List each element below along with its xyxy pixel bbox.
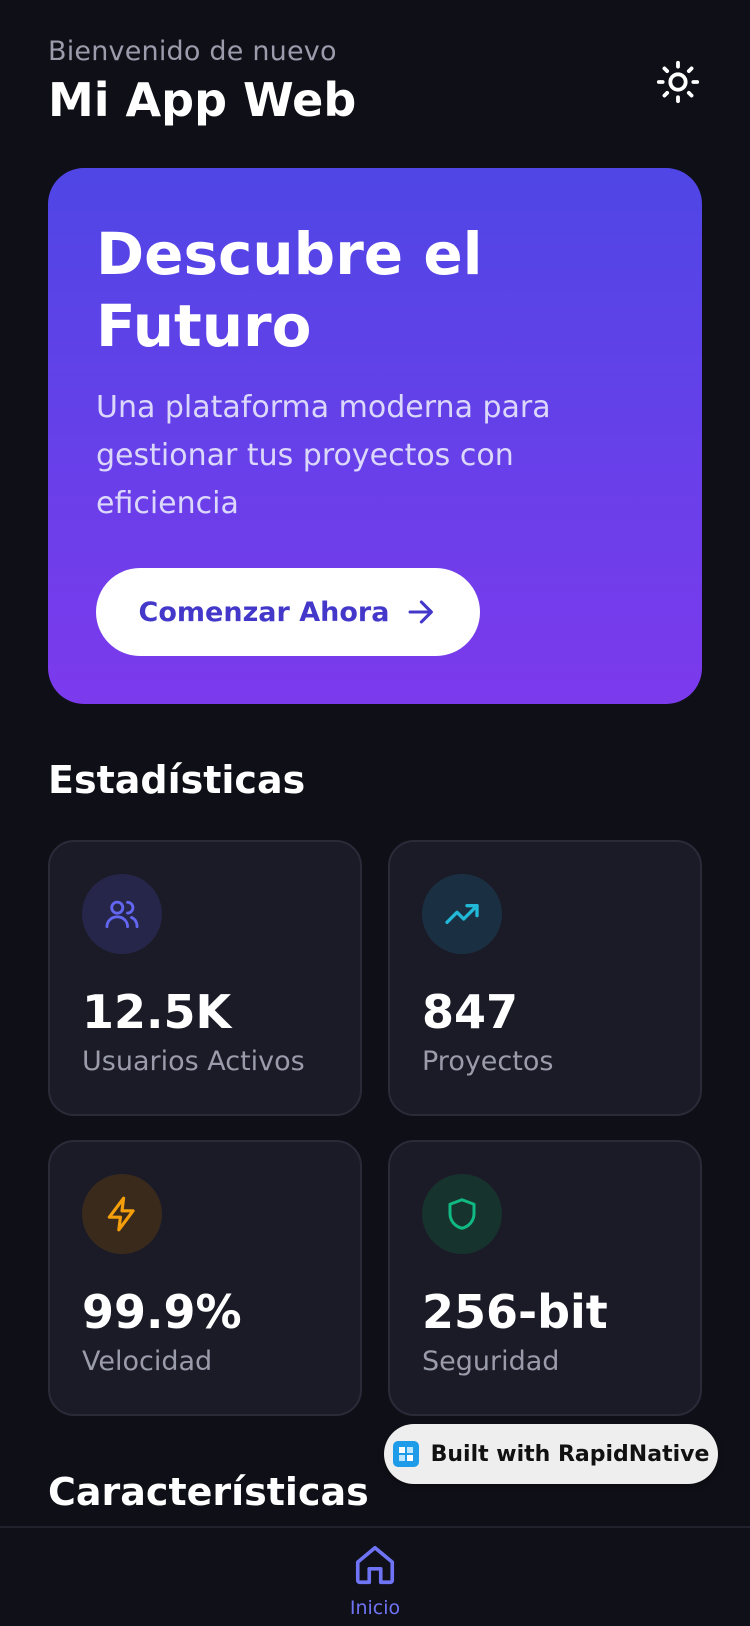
- theme-toggle-button[interactable]: [654, 58, 702, 106]
- header: Bienvenido de nuevo Mi App Web: [48, 34, 702, 134]
- stat-icon-container: [82, 874, 162, 954]
- stats-section-title: Estadísticas: [48, 758, 306, 802]
- shield-icon: [448, 1198, 476, 1230]
- nav-item-label: Inicio: [349, 1597, 401, 1619]
- nav-item-inicio[interactable]: Inicio: [335, 1542, 415, 1620]
- hero-title-line-2: Futuro: [96, 292, 312, 360]
- home-icon: [355, 1545, 395, 1585]
- stat-value: 99.9%: [82, 1285, 242, 1339]
- badge-label: Built with RapidNative: [430, 1441, 710, 1467]
- get-started-label: Comenzar Ahora: [138, 596, 390, 628]
- stat-value: 12.5K: [82, 985, 232, 1039]
- stat-card-speed: 99.9% Velocidad: [48, 1140, 362, 1416]
- logo-grid-icon: [398, 1447, 413, 1461]
- features-section-title: Características: [48, 1470, 369, 1514]
- lightning-icon: [107, 1196, 135, 1232]
- stat-label: Velocidad: [82, 1346, 213, 1377]
- stat-icon-container: [82, 1174, 162, 1254]
- trending-up-icon: [445, 904, 479, 924]
- stat-card-security: 256-bit Seguridad: [388, 1140, 702, 1416]
- hero-title-line-1: Descubre el: [96, 220, 483, 288]
- stat-value: 847: [422, 985, 519, 1039]
- stat-label: Seguridad: [422, 1346, 560, 1377]
- stat-label: Proyectos: [422, 1046, 554, 1077]
- stat-label: Usuarios Activos: [82, 1046, 305, 1077]
- built-with-badge[interactable]: Built with RapidNative: [384, 1424, 718, 1484]
- stat-icon-container: [422, 874, 502, 954]
- users-icon: [105, 900, 139, 929]
- get-started-button[interactable]: Comenzar Ahora: [96, 568, 480, 656]
- arrow-right-icon: [408, 600, 434, 624]
- bottom-nav: Inicio: [0, 1526, 750, 1626]
- stat-value: 256-bit: [422, 1285, 608, 1339]
- stat-card-projects: 847 Proyectos: [388, 840, 702, 1116]
- hero-title: Descubre el Futuro: [96, 218, 654, 362]
- hero-subtitle: Una plataforma moderna para gestionar tu…: [96, 390, 551, 521]
- stat-card-users: 12.5K Usuarios Activos: [48, 840, 362, 1116]
- app-title: Mi App Web: [48, 73, 357, 127]
- hero-card: Descubre el Futuro Una plataforma modern…: [48, 168, 702, 704]
- greeting-text: Bienvenido de nuevo: [48, 36, 337, 67]
- sun-icon: [656, 60, 700, 104]
- stat-icon-container: [422, 1174, 502, 1254]
- rapidnative-logo-icon: [392, 1441, 419, 1467]
